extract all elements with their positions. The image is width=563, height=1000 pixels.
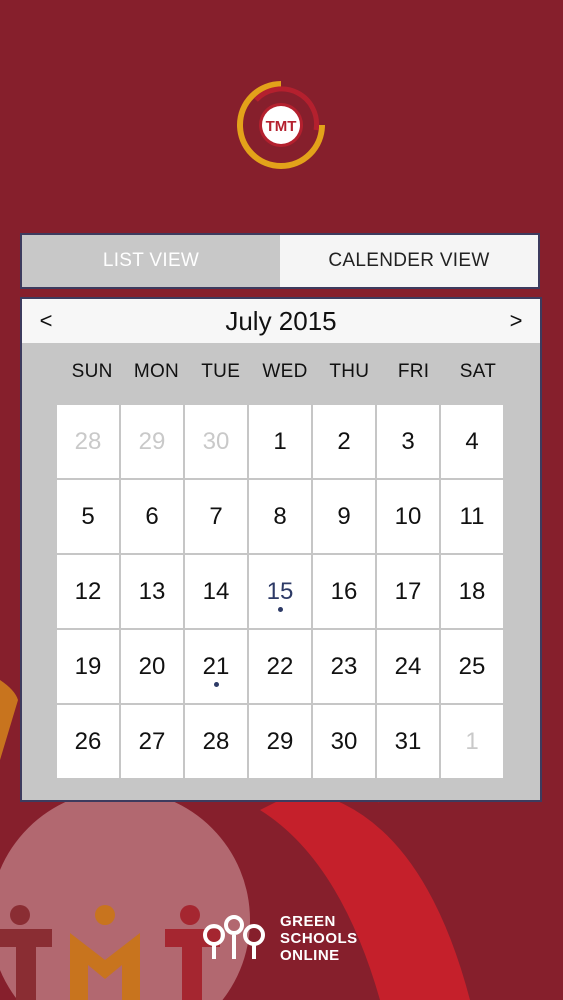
day-number: 10 bbox=[394, 502, 422, 530]
day-number: 5 bbox=[81, 502, 95, 530]
day-number: 11 bbox=[459, 502, 485, 530]
day-cell[interactable]: 1 bbox=[249, 405, 311, 478]
weekday-sun: SUN bbox=[71, 361, 113, 382]
tab-calendar-view[interactable]: CALENDER VIEW bbox=[280, 235, 538, 287]
footer-line-1: GREEN bbox=[280, 913, 336, 930]
day-cell[interactable]: 20 bbox=[121, 630, 183, 703]
weekday-wed: WED bbox=[262, 361, 308, 382]
weekday-thu: THU bbox=[329, 361, 370, 382]
day-cell[interactable]: 10 bbox=[377, 480, 439, 553]
day-number: 9 bbox=[337, 502, 351, 530]
tab-list-view[interactable]: LIST VIEW bbox=[22, 235, 280, 287]
day-number: 3 bbox=[401, 427, 415, 455]
day-cell[interactable]: 19 bbox=[57, 630, 119, 703]
day-number: 15 bbox=[266, 577, 294, 605]
day-number: 27 bbox=[138, 727, 166, 755]
day-number: 7 bbox=[209, 502, 223, 530]
day-number: 12 bbox=[74, 577, 102, 605]
day-number: 19 bbox=[74, 652, 102, 680]
logo-text: TMT bbox=[266, 118, 297, 135]
day-cell[interactable]: 11 bbox=[441, 480, 503, 553]
day-cell[interactable]: 29 bbox=[249, 705, 311, 778]
day-cell[interactable]: 31 bbox=[377, 705, 439, 778]
day-number: 28 bbox=[202, 727, 230, 755]
green-schools-online-text: GREEN SCHOOLS ONLINE bbox=[280, 913, 358, 964]
day-cell[interactable]: 14 bbox=[185, 555, 247, 628]
day-cell[interactable]: 24 bbox=[377, 630, 439, 703]
day-number: 30 bbox=[202, 427, 230, 455]
day-number: 18 bbox=[458, 577, 486, 605]
day-number: 2 bbox=[337, 427, 351, 455]
event-dot bbox=[277, 607, 283, 612]
day-number: 4 bbox=[465, 427, 479, 455]
day-cell[interactable]: 4 bbox=[441, 405, 503, 478]
day-number: 28 bbox=[74, 427, 102, 455]
day-cell[interactable]: 21 bbox=[185, 630, 247, 703]
weekday-fri: FRI bbox=[397, 361, 430, 382]
day-number: 31 bbox=[394, 727, 422, 755]
day-cell[interactable]: 7 bbox=[185, 480, 247, 553]
day-cell[interactable]: 5 bbox=[57, 480, 119, 553]
day-cell[interactable]: 8 bbox=[249, 480, 311, 553]
footer-line-2: SCHOOLS bbox=[280, 930, 358, 947]
app-logo: TMT bbox=[237, 81, 325, 169]
weekday-row: SUN MON TUE WED THU FRI SAT bbox=[22, 343, 540, 401]
view-tabs: LIST VIEW CALENDER VIEW bbox=[20, 233, 540, 289]
weekday-sat: SAT bbox=[459, 361, 497, 382]
day-cell[interactable]: 17 bbox=[377, 555, 439, 628]
day-number: 20 bbox=[138, 652, 166, 680]
month-title: July 2015 bbox=[225, 305, 337, 336]
day-cell[interactable]: 29 bbox=[121, 405, 183, 478]
day-number: 26 bbox=[74, 727, 102, 755]
day-cell[interactable]: 13 bbox=[121, 555, 183, 628]
day-number: 29 bbox=[266, 727, 294, 755]
next-month-button[interactable]: > bbox=[506, 308, 526, 334]
day-cell[interactable]: 28 bbox=[185, 705, 247, 778]
day-number: 16 bbox=[330, 577, 358, 605]
day-cell[interactable]: 16 bbox=[313, 555, 375, 628]
day-number: 6 bbox=[145, 502, 159, 530]
day-number: 14 bbox=[202, 577, 230, 605]
day-cell[interactable]: 22 bbox=[249, 630, 311, 703]
day-cell[interactable]: 3 bbox=[377, 405, 439, 478]
tmt-brand-mark bbox=[0, 905, 220, 1000]
day-cell[interactable]: 23 bbox=[313, 630, 375, 703]
green-schools-icon bbox=[203, 915, 265, 959]
day-number: 13 bbox=[138, 577, 166, 605]
day-number: 1 bbox=[273, 427, 287, 455]
prev-month-button[interactable]: < bbox=[36, 308, 56, 334]
day-cell[interactable]: 15 bbox=[249, 555, 311, 628]
day-cell[interactable]: 28 bbox=[57, 405, 119, 478]
calendar-header: < July 2015 > bbox=[22, 299, 540, 343]
weekday-mon: MON bbox=[133, 361, 180, 382]
day-cell[interactable]: 12 bbox=[57, 555, 119, 628]
day-number: 24 bbox=[394, 652, 422, 680]
footer-line-3: ONLINE bbox=[280, 947, 340, 964]
day-number: 8 bbox=[273, 502, 287, 530]
day-grid: 28 29 30 1 2 3 4 5 6 7 8 9 10 11 12 13 14 15 16 17 18 19 20 21 2… bbox=[57, 405, 503, 778]
day-cell[interactable]: 30 bbox=[185, 405, 247, 478]
day-cell[interactable]: 6 bbox=[121, 480, 183, 553]
day-cell[interactable]: 25 bbox=[441, 630, 503, 703]
day-number: 25 bbox=[458, 652, 486, 680]
day-number: 1 bbox=[465, 727, 479, 755]
weekday-tue: TUE bbox=[201, 361, 241, 382]
day-number: 22 bbox=[266, 652, 294, 680]
day-cell[interactable]: 2 bbox=[313, 405, 375, 478]
day-cell[interactable]: 18 bbox=[441, 555, 503, 628]
day-number: 29 bbox=[138, 427, 166, 455]
day-number: 23 bbox=[330, 652, 358, 680]
day-cell[interactable]: 30 bbox=[313, 705, 375, 778]
event-dot bbox=[213, 682, 219, 687]
day-cell[interactable]: 9 bbox=[313, 480, 375, 553]
day-cell[interactable]: 26 bbox=[57, 705, 119, 778]
day-number: 21 bbox=[202, 652, 230, 680]
day-number: 30 bbox=[330, 727, 358, 755]
day-number: 17 bbox=[394, 577, 422, 605]
calendar: < July 2015 > SUN MON TUE WED THU FRI SAT 28 29… bbox=[20, 297, 542, 802]
day-cell[interactable]: 1 bbox=[441, 705, 503, 778]
day-cell[interactable]: 27 bbox=[121, 705, 183, 778]
